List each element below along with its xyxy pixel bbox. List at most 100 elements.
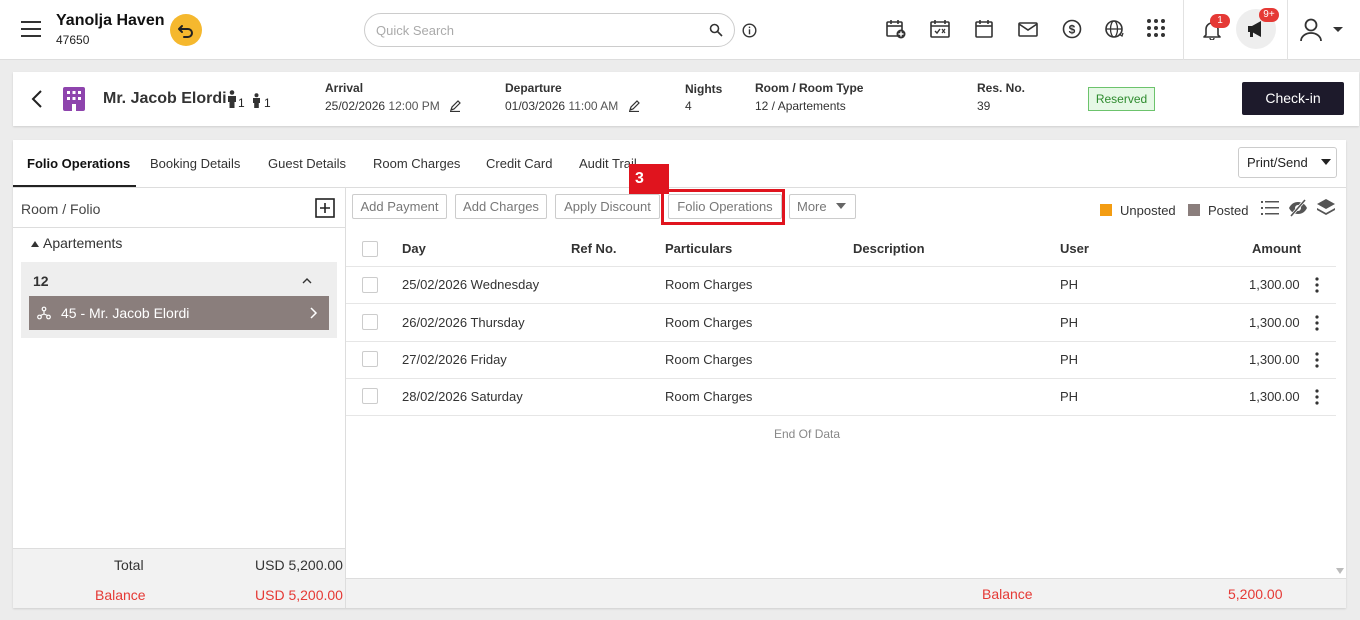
row-particulars: Room Charges xyxy=(665,352,753,367)
user-profile-button[interactable] xyxy=(1300,18,1344,42)
nights-label: Nights xyxy=(685,82,723,96)
calendar-add-icon[interactable] xyxy=(885,18,909,42)
back-arrow-icon[interactable] xyxy=(31,90,43,108)
unposted-swatch xyxy=(1100,204,1112,216)
group-label: Apartements xyxy=(43,235,123,251)
calendar-icon[interactable] xyxy=(973,18,997,42)
search-input[interactable] xyxy=(376,21,696,39)
room-type-label: Room / Room Type xyxy=(755,81,864,95)
tab-guest-details[interactable]: Guest Details xyxy=(268,156,346,171)
calendar-check-icon[interactable] xyxy=(929,18,953,42)
adult-icon xyxy=(227,90,237,108)
departure-time: 11:00 AM xyxy=(568,99,619,113)
eye-off-icon[interactable] xyxy=(1288,199,1308,217)
top-bar: Yanolja Haven 47650 $ 1 9+ xyxy=(0,0,1360,60)
search-icon[interactable] xyxy=(709,23,723,37)
quick-search[interactable] xyxy=(364,13,735,47)
row-checkbox[interactable] xyxy=(362,314,378,330)
building-icon xyxy=(62,86,86,112)
row-checkbox[interactable] xyxy=(362,388,378,404)
dollar-icon[interactable]: $ xyxy=(1061,18,1085,42)
column-header-amount: Amount xyxy=(1252,241,1302,256)
column-header-description: Description xyxy=(853,241,925,256)
room-type-group[interactable]: Apartements xyxy=(31,235,122,251)
column-header-day: Day xyxy=(402,241,426,256)
table-row[interactable]: 27/02/2026 Friday Room Charges PH 1,300.… xyxy=(13,341,1346,379)
balance-value: USD 5,200.00 xyxy=(255,587,343,603)
table-row[interactable]: 28/02/2026 Saturday Room Charges PH 1,30… xyxy=(13,378,1346,416)
row-user: PH xyxy=(1060,389,1079,404)
layers-icon[interactable] xyxy=(1316,198,1336,218)
apps-grid-icon[interactable] xyxy=(1146,18,1170,42)
row-checkbox[interactable] xyxy=(362,277,378,293)
departure-value: 01/03/2026 11:00 AM xyxy=(505,99,618,113)
end-of-data: End Of Data xyxy=(774,427,841,441)
unposted-label: Unposted xyxy=(1120,203,1176,218)
res-no-label: Res. No. xyxy=(977,81,1026,95)
print-send-dropdown[interactable]: Print/Send xyxy=(1238,147,1337,178)
arrival-date: 25/02/2026 xyxy=(325,99,386,113)
posted-swatch xyxy=(1188,204,1200,216)
column-header-user: User xyxy=(1060,241,1089,256)
add-charges-button[interactable]: Add Charges xyxy=(455,194,547,219)
edit-departure-pencil-icon[interactable] xyxy=(628,100,640,112)
globe-icon[interactable] xyxy=(1104,18,1128,42)
row-day: 28/02/2026 Saturday xyxy=(402,389,523,404)
tab-folio-operations[interactable]: Folio Operations xyxy=(27,156,130,171)
add-folio-icon[interactable] xyxy=(315,198,335,218)
hamburger-menu-icon[interactable] xyxy=(21,21,41,37)
row-particulars: Room Charges xyxy=(665,277,753,292)
select-all-checkbox[interactable] xyxy=(362,241,378,257)
hotel-code: 47650 xyxy=(56,33,90,47)
total-value: USD 5,200.00 xyxy=(255,557,343,573)
child-icon xyxy=(252,93,261,108)
table-row[interactable]: 26/02/2026 Thursday Room Charges PH 1,30… xyxy=(13,304,1346,342)
table-footer: Balance 5,200.00 xyxy=(346,578,1346,608)
guest-name: Mr. Jacob Elordi xyxy=(103,90,227,107)
more-label: More xyxy=(797,199,827,214)
row-day: 25/02/2026 Wednesday xyxy=(402,277,540,292)
tab-room-charges[interactable]: Room Charges xyxy=(373,156,460,171)
row-day: 27/02/2026 Friday xyxy=(402,352,507,367)
room-folio-title: Room / Folio xyxy=(21,201,101,217)
more-vertical-icon xyxy=(1315,389,1319,405)
highlight-box xyxy=(661,189,785,225)
switch-property-button[interactable] xyxy=(170,14,202,46)
row-amount: 1,300.00 xyxy=(1249,315,1300,330)
column-header-ref: Ref No. xyxy=(571,241,617,256)
caret-down-icon xyxy=(836,203,846,209)
row-amount: 1,300.00 xyxy=(1249,389,1300,404)
mail-icon[interactable] xyxy=(1017,18,1041,42)
posted-label: Posted xyxy=(1208,203,1249,218)
tab-credit-card[interactable]: Credit Card xyxy=(486,156,552,171)
status-badge: Reserved xyxy=(1088,87,1155,111)
step-marker: 3 xyxy=(629,164,669,194)
active-tab-indicator xyxy=(13,185,136,187)
adult-count: 1 xyxy=(238,96,245,110)
check-in-button[interactable]: Check-in xyxy=(1242,82,1344,115)
row-user: PH xyxy=(1060,352,1079,367)
scroll-down-arrow-icon[interactable] xyxy=(1336,568,1344,574)
balance-label: Balance xyxy=(982,586,1033,602)
departure-date: 01/03/2026 xyxy=(505,99,566,113)
edit-arrival-pencil-icon[interactable] xyxy=(449,100,461,112)
tabs-divider xyxy=(13,187,1346,188)
nights-value: 4 xyxy=(685,99,692,113)
list-view-icon[interactable] xyxy=(1261,200,1279,216)
balance-value: 5,200.00 xyxy=(1228,586,1283,602)
row-checkbox[interactable] xyxy=(362,351,378,367)
tab-booking-details[interactable]: Booking Details xyxy=(150,156,240,171)
column-header-particulars: Particulars xyxy=(665,241,733,256)
divider xyxy=(346,415,1336,416)
row-particulars: Room Charges xyxy=(665,389,753,404)
info-icon[interactable] xyxy=(742,23,757,38)
add-payment-button[interactable]: Add Payment xyxy=(352,194,447,219)
folio-panel: Folio Operations Booking Details Guest D… xyxy=(13,140,1346,608)
room-type-value: 12 / Apartements xyxy=(755,99,846,113)
left-panel-footer: Total USD 5,200.00 Balance USD 5,200.00 xyxy=(13,548,345,608)
table-row[interactable]: 25/02/2026 Wednesday Room Charges PH 1,3… xyxy=(13,266,1346,304)
more-dropdown[interactable]: More xyxy=(789,194,856,219)
apply-discount-button[interactable]: Apply Discount xyxy=(555,194,660,219)
row-day: 26/02/2026 Thursday xyxy=(402,315,525,330)
total-label: Total xyxy=(114,557,144,573)
